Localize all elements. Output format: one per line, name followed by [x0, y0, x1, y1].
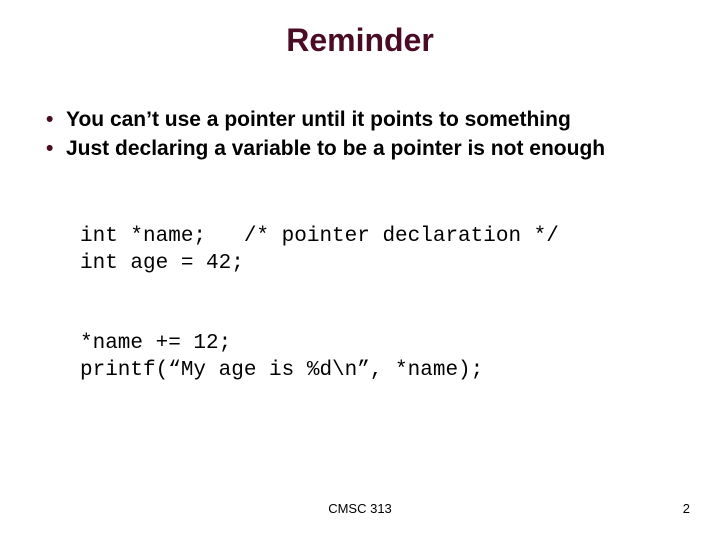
code-line: int *name; /* pointer declaration */	[80, 225, 559, 248]
bullet-item: Just declaring a variable to be a pointe…	[40, 136, 690, 163]
code-line: printf(“My age is %d\n”, *name);	[80, 359, 483, 382]
code-line: *name += 12;	[80, 332, 231, 355]
bullet-list: You can’t use a pointer until it points …	[30, 107, 690, 163]
footer-course: CMSC 313	[0, 501, 720, 516]
footer-page-number: 2	[683, 501, 690, 516]
code-line: int age = 42;	[80, 252, 244, 275]
code-block: int *name; /* pointer declaration */ int…	[80, 197, 690, 412]
slide-title: Reminder	[30, 22, 690, 59]
slide: Reminder You can’t use a pointer until i…	[0, 0, 720, 540]
bullet-item: You can’t use a pointer until it points …	[40, 107, 690, 134]
